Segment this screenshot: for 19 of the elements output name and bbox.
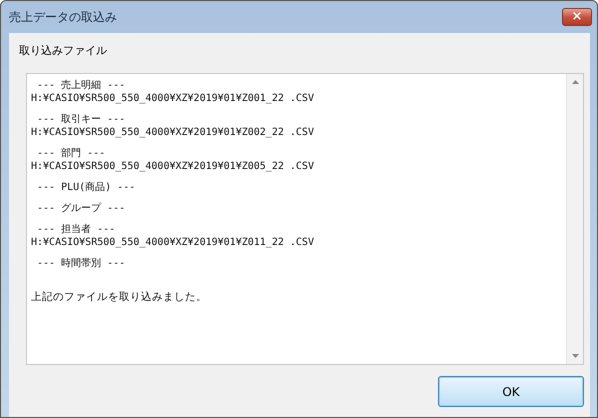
scroll-up-icon[interactable]	[572, 80, 578, 84]
file-path: H:¥CASIO¥SR500_550_4000¥XZ¥2019¥01¥Z011_22 .CSV	[31, 236, 315, 249]
scroll-down-icon[interactable]	[572, 354, 578, 358]
vertical-scrollbar[interactable]	[566, 74, 583, 364]
window-title: 売上データの取込み	[9, 8, 117, 26]
log-header: --- 担当者 ---	[36, 223, 116, 236]
file-path: H:¥CASIO¥SR500_550_4000¥XZ¥2019¥01¥Z001_22 .CSV	[31, 92, 315, 105]
close-button[interactable]: ×	[562, 8, 592, 26]
result-message: 上記のファイルを取り込みました。	[31, 291, 208, 304]
log-header: --- 売上明細 ---	[36, 79, 126, 92]
log-header: --- 部門 ---	[36, 147, 106, 160]
log-header: --- 取引キー ---	[36, 113, 126, 126]
section-label: 取り込みファイル	[19, 42, 108, 58]
file-path: H:¥CASIO¥SR500_550_4000¥XZ¥2019¥01¥Z002_22 .CSV	[31, 126, 315, 139]
ok-button[interactable]: OK	[438, 376, 584, 407]
log-header: --- 時間帯別 ---	[36, 257, 126, 270]
file-path: H:¥CASIO¥SR500_550_4000¥XZ¥2019¥01¥Z005_22 .CSV	[31, 160, 315, 173]
log-header: --- グループ ---	[36, 202, 126, 215]
log-header: --- PLU(商品) ---	[36, 181, 136, 194]
